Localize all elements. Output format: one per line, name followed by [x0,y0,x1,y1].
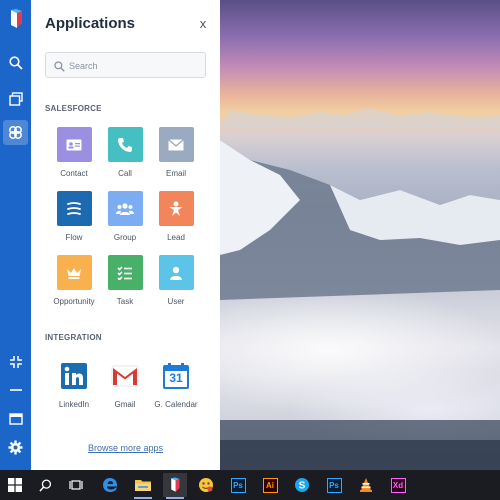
task-view-icon[interactable] [64,473,88,497]
app-opportunity[interactable]: Opportunity [49,255,99,306]
xd-text: Xd [390,477,406,493]
search-icon[interactable] [3,50,28,75]
collapse-icon[interactable] [3,349,28,374]
search-box [45,52,206,78]
crown-icon [56,255,92,290]
svg-text:S: S [299,481,306,492]
calendar-day: 31 [169,371,183,385]
envelope-icon [158,127,194,162]
minimize-icon[interactable] [3,377,28,402]
app-label: Opportunity [53,297,95,306]
app-task[interactable]: Task [100,255,150,306]
windows-start-icon[interactable] [3,473,27,497]
edge-icon[interactable] [98,473,122,497]
app-google-calendar[interactable]: 31 G. Calendar [151,358,201,409]
section-label-integration: INTEGRATION [45,333,102,342]
close-button[interactable]: x [196,16,210,32]
contact-card-icon [56,127,92,162]
app-label: Task [116,297,134,306]
applications-panel: Applications x SALESFORCE Contact Call E… [31,0,220,470]
photoshop-text: Ps [326,477,342,493]
app-label: Call [118,169,132,178]
gmail-icon [108,358,143,393]
photoshop-text: Ps [230,477,246,493]
app-email[interactable]: Email [151,127,201,178]
app-linkedin[interactable]: LinkedIn [49,358,99,409]
app-label: G. Calendar [154,400,198,409]
app-gmail[interactable]: Gmail [100,358,150,409]
emoji-app-icon[interactable] [194,473,218,497]
vlc-icon[interactable] [354,473,378,497]
windows-stack-icon[interactable] [3,86,28,111]
lead-icon [158,191,194,226]
app-logo-icon[interactable] [163,473,187,499]
illustrator-text: Ai [262,477,278,493]
search-icon[interactable] [33,473,57,497]
search-input[interactable] [69,57,199,74]
photoshop-icon[interactable]: Ps [226,473,250,497]
group-icon [107,191,143,226]
logo-icon[interactable] [3,6,28,31]
app-user[interactable]: User [151,255,201,306]
app-label: User [167,297,185,306]
gear-icon[interactable] [3,435,28,460]
app-label: Lead [167,233,185,242]
file-explorer-icon[interactable] [131,473,155,499]
app-label: Email [165,169,186,178]
app-label: Group [113,233,137,242]
browse-more-apps-link[interactable]: Browse more apps [31,443,220,453]
search-icon [54,59,65,77]
flow-icon [56,191,92,226]
app-label: Contact [60,169,88,178]
app-rail [0,0,31,470]
app-contact[interactable]: Contact [49,127,99,178]
app-label: LinkedIn [58,400,90,409]
linkedin-icon [57,358,92,393]
window-icon[interactable] [3,406,28,431]
illustrator-icon[interactable]: Ai [258,473,282,497]
app-label: Flow [65,233,83,242]
app-flow[interactable]: Flow [49,191,99,242]
taskbar: Ps Ai S Ps Xd [0,470,500,500]
app-call[interactable]: Call [100,127,150,178]
app-lead[interactable]: Lead [151,191,201,242]
skype-icon[interactable]: S [290,473,314,497]
task-list-icon [107,255,143,290]
google-calendar-icon: 31 [159,358,194,393]
panel-title: Applications [45,15,136,32]
section-label-salesforce: SALESFORCE [45,104,102,113]
app-group[interactable]: Group [100,191,150,242]
user-icon [158,255,194,290]
phone-icon [107,127,143,162]
photoshop-icon-2[interactable]: Ps [322,473,346,497]
xd-icon[interactable]: Xd [386,473,410,497]
apps-icon[interactable] [3,120,28,145]
app-label: Gmail [114,400,136,409]
